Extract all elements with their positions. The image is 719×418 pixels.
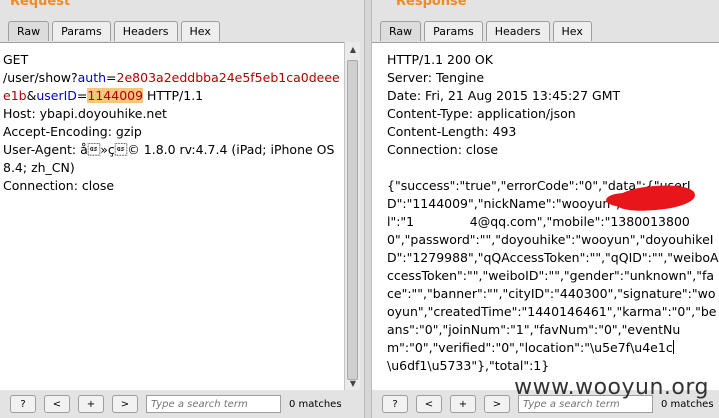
response-tab-raw[interactable]: Raw xyxy=(380,21,422,41)
param-amp: & xyxy=(26,88,37,103)
response-date: Date: Fri, 21 Aug 2015 13:45:27 GMT xyxy=(387,88,621,103)
help-button[interactable]: ? xyxy=(10,395,36,413)
previous-match-button[interactable]: < xyxy=(416,395,442,413)
request-tab-raw[interactable]: Raw xyxy=(8,21,50,41)
param-userid-name: userID xyxy=(36,88,77,103)
redaction-mark xyxy=(606,193,646,207)
scroll-up-icon[interactable]: ▲ xyxy=(345,42,361,56)
request-protocol: HTTP/1.1 xyxy=(143,88,204,103)
match-count: 0 matches xyxy=(289,398,342,410)
request-path: /user/show? xyxy=(3,70,78,85)
request-tab-params[interactable]: Params xyxy=(52,21,111,41)
response-tabs: Raw Params Headers Hex xyxy=(380,21,592,41)
response-content-length: Content-Length: 493 xyxy=(387,124,517,139)
next-match-button[interactable]: > xyxy=(484,395,510,413)
response-text: HTTP/1.1 200 OK Server: Tengine Date: Fr… xyxy=(372,43,719,375)
response-pane: Response Raw Params Headers Hex HTTP/1.1… xyxy=(372,0,719,418)
response-body-tail: \u6df1\u5733"},"total":1} xyxy=(387,358,550,373)
request-title: Request xyxy=(10,0,71,9)
param-userid-value: 1144009 xyxy=(87,88,144,103)
add-button[interactable]: + xyxy=(78,395,104,413)
request-accept-encoding: Accept-Encoding: gzip xyxy=(3,124,142,139)
response-status: HTTP/1.1 200 OK xyxy=(387,52,493,67)
request-user-agent: User-Agent: å »ç © 1.8.0 rv:4.7.4 (iPad;… xyxy=(3,142,339,175)
request-host: Host: ybapi.doyouhike.net xyxy=(3,106,167,121)
param-userid-eq: = xyxy=(76,88,88,103)
request-tab-headers[interactable]: Headers xyxy=(113,21,178,41)
request-tabs: Raw Params Headers Hex xyxy=(8,21,220,41)
param-auth-eq: = xyxy=(106,70,117,85)
request-method: GET xyxy=(3,52,29,67)
response-tab-params[interactable]: Params xyxy=(424,21,483,41)
scroll-down-icon[interactable]: ▼ xyxy=(345,376,361,390)
next-match-button[interactable]: > xyxy=(112,395,138,413)
request-text: GET /user/show?auth=2e803a2eddbba24e5f5e… xyxy=(0,43,344,195)
watermark: www.wooyun.org xyxy=(514,375,709,400)
request-connection: Connection: close xyxy=(3,178,115,193)
request-search-bar: ? < + > 0 matches xyxy=(0,390,364,418)
search-input[interactable] xyxy=(146,395,281,413)
response-editor[interactable]: HTTP/1.1 200 OK Server: Tengine Date: Fr… xyxy=(372,42,719,390)
request-scrollbar[interactable]: ▲ ▼ xyxy=(344,42,360,390)
response-connection: Connection: close xyxy=(387,142,499,157)
param-auth-name: auth xyxy=(77,70,107,85)
response-title: Response xyxy=(396,0,467,9)
add-button[interactable]: + xyxy=(450,395,476,413)
match-count: 0 matches xyxy=(661,398,714,410)
response-tab-headers[interactable]: Headers xyxy=(485,21,550,41)
request-tab-hex[interactable]: Hex xyxy=(180,21,220,41)
response-content-type: Content-Type: application/json xyxy=(387,106,576,121)
previous-match-button[interactable]: < xyxy=(44,395,70,413)
request-pane: Request Raw Params Headers Hex GET /user… xyxy=(0,0,364,418)
help-button[interactable]: ? xyxy=(382,395,408,413)
response-tab-hex[interactable]: Hex xyxy=(552,21,592,41)
request-editor[interactable]: GET /user/show?auth=2e803a2eddbba24e5f5e… xyxy=(0,42,344,390)
text-cursor xyxy=(672,340,674,354)
response-server: Server: Tengine xyxy=(387,70,485,85)
pane-splitter[interactable] xyxy=(364,0,372,418)
scrollbar-thumb[interactable] xyxy=(347,60,358,380)
